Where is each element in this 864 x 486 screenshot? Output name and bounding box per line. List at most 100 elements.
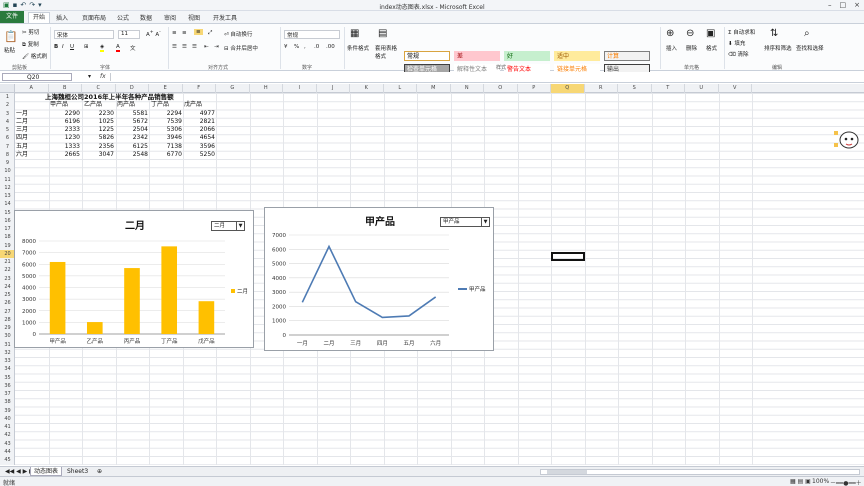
value-cell[interactable]: 5306	[152, 126, 182, 134]
cell-style-1[interactable]: 差	[454, 51, 500, 61]
row-header-43[interactable]: 43	[0, 440, 15, 448]
row-header-34[interactable]: 34	[0, 365, 15, 373]
row-header-12[interactable]: 12	[0, 184, 15, 192]
value-cell[interactable]: 5581	[118, 110, 148, 118]
format-cells-button[interactable]: 格式	[706, 44, 717, 52]
row-header-4[interactable]: 4	[0, 118, 15, 126]
fill-color-icon[interactable]: ◈	[100, 44, 105, 52]
autosum-button[interactable]: Σ 自动求和	[728, 28, 755, 36]
merge-center-button[interactable]: ⊟ 合并后居中	[224, 44, 258, 52]
row-header-31[interactable]: 31	[0, 341, 15, 349]
row-header-40[interactable]: 40	[0, 415, 15, 423]
clear-button[interactable]: ⌫ 清除	[728, 50, 749, 58]
font-name-select[interactable]: 宋体	[54, 30, 114, 39]
row-header-24[interactable]: 24	[0, 283, 15, 291]
value-cell[interactable]: 7539	[152, 118, 182, 126]
column-header-f[interactable]: F	[183, 84, 216, 93]
month-cell[interactable]: 三月	[16, 126, 28, 134]
zoom-slider[interactable]: －━━●━━＋	[830, 478, 862, 486]
value-cell[interactable]: 2665	[50, 151, 80, 159]
column-header-b[interactable]: B	[49, 84, 82, 93]
value-cell[interactable]: 5250	[185, 151, 215, 159]
sheet-tab-dynamic-chart[interactable]: 动态图表	[30, 467, 63, 476]
maximize-icon[interactable]: □	[840, 1, 847, 9]
copy-button[interactable]: ⧉ 复制	[22, 40, 39, 49]
indent-decrease-icon[interactable]: ⇤	[204, 44, 209, 50]
row-header-25[interactable]: 25	[0, 291, 15, 299]
zoom-level[interactable]: 100%	[812, 478, 829, 485]
scrollbar-thumb[interactable]	[547, 470, 587, 474]
value-cell[interactable]: 3946	[152, 134, 182, 142]
value-cell[interactable]: 6770	[152, 151, 182, 159]
row-header-3[interactable]: 3	[0, 110, 15, 118]
row-header-37[interactable]: 37	[0, 390, 15, 398]
tab-page-layout[interactable]: 页面布局	[82, 13, 106, 22]
column-header-i[interactable]: I	[283, 84, 317, 93]
value-cell[interactable]: 1025	[84, 118, 114, 126]
row-header-26[interactable]: 26	[0, 299, 15, 307]
sheet-tab-sheet3[interactable]: Sheet3	[64, 467, 91, 476]
currency-icon[interactable]: ¥	[284, 44, 288, 50]
row-header-8[interactable]: 8	[0, 151, 15, 159]
close-icon[interactable]: ×	[854, 1, 860, 9]
row-header-32[interactable]: 32	[0, 349, 15, 357]
bar[interactable]	[86, 322, 103, 334]
tab-insert[interactable]: 插入	[56, 13, 68, 22]
italic-button[interactable]: I	[62, 44, 64, 50]
row-header-9[interactable]: 9	[0, 159, 15, 167]
assistant-mascot-icon[interactable]	[832, 125, 862, 155]
percent-button[interactable]: %	[294, 44, 299, 50]
row-header-1[interactable]: 1	[0, 93, 15, 101]
align-center-icon[interactable]: ☰	[182, 44, 187, 50]
paste-button[interactable]: 粘贴	[4, 46, 15, 54]
column-header-n[interactable]: N	[451, 84, 484, 93]
month-cell[interactable]: 四月	[16, 134, 28, 142]
fill-button[interactable]: ⬇ 填充	[728, 39, 745, 47]
borders-icon[interactable]: ⊞	[84, 44, 89, 50]
value-cell[interactable]: 2066	[185, 126, 215, 134]
align-middle-icon[interactable]: ≡	[182, 30, 187, 36]
column-header-m[interactable]: M	[417, 84, 451, 93]
value-cell[interactable]: 5826	[84, 134, 114, 142]
row-header-7[interactable]: 7	[0, 143, 15, 151]
row-header-21[interactable]: 21	[0, 258, 15, 266]
tab-formulas[interactable]: 公式	[117, 13, 129, 22]
row-header-36[interactable]: 36	[0, 382, 15, 390]
align-left-icon[interactable]: ☰	[172, 44, 177, 50]
row-header-35[interactable]: 35	[0, 374, 15, 382]
tab-file[interactable]: 文件	[0, 11, 24, 23]
font-size-select[interactable]: 11	[118, 30, 140, 39]
align-bottom-icon[interactable]: ≡	[194, 29, 203, 35]
row-header-42[interactable]: 42	[0, 431, 15, 439]
value-cell[interactable]: 5672	[118, 118, 148, 126]
value-cell[interactable]: 4654	[185, 134, 215, 142]
column-header-r[interactable]: R	[585, 84, 618, 93]
column-header-u[interactable]: U	[685, 84, 719, 93]
value-cell[interactable]: 4977	[185, 110, 215, 118]
find-select-button[interactable]: 查找和选择	[796, 44, 824, 52]
new-sheet-icon[interactable]: ⊕	[94, 467, 105, 476]
row-header-13[interactable]: 13	[0, 192, 15, 200]
namebox-dropdown-icon[interactable]: ▾	[88, 73, 91, 80]
sheet-title-cell[interactable]: 上海魏桓公司2016年上半年各种产品销售额	[45, 93, 174, 101]
row-header-41[interactable]: 41	[0, 423, 15, 431]
bar[interactable]	[49, 261, 66, 334]
column-header-v[interactable]: V	[719, 84, 752, 93]
month-cell[interactable]: 二月	[16, 118, 28, 126]
row-header-23[interactable]: 23	[0, 275, 15, 283]
value-cell[interactable]: 7138	[152, 143, 182, 151]
header-cell[interactable]: 甲产品	[50, 101, 68, 109]
view-mode-icons[interactable]: ▦ ▤ ▣	[790, 478, 811, 485]
formula-input[interactable]	[110, 73, 860, 81]
row-header-15[interactable]: 15	[0, 209, 15, 217]
name-box[interactable]: Q20	[2, 73, 72, 81]
header-cell[interactable]: 丙产品	[117, 101, 135, 109]
tab-developer[interactable]: 开发工具	[213, 13, 237, 22]
paste-icon[interactable]: 📋	[4, 30, 18, 43]
bar[interactable]	[161, 246, 178, 334]
column-header-d[interactable]: D	[116, 84, 149, 93]
row-header-44[interactable]: 44	[0, 448, 15, 456]
column-header-e[interactable]: E	[149, 84, 183, 93]
comma-style-icon[interactable]: ,	[304, 44, 306, 50]
value-cell[interactable]: 6125	[118, 143, 148, 151]
